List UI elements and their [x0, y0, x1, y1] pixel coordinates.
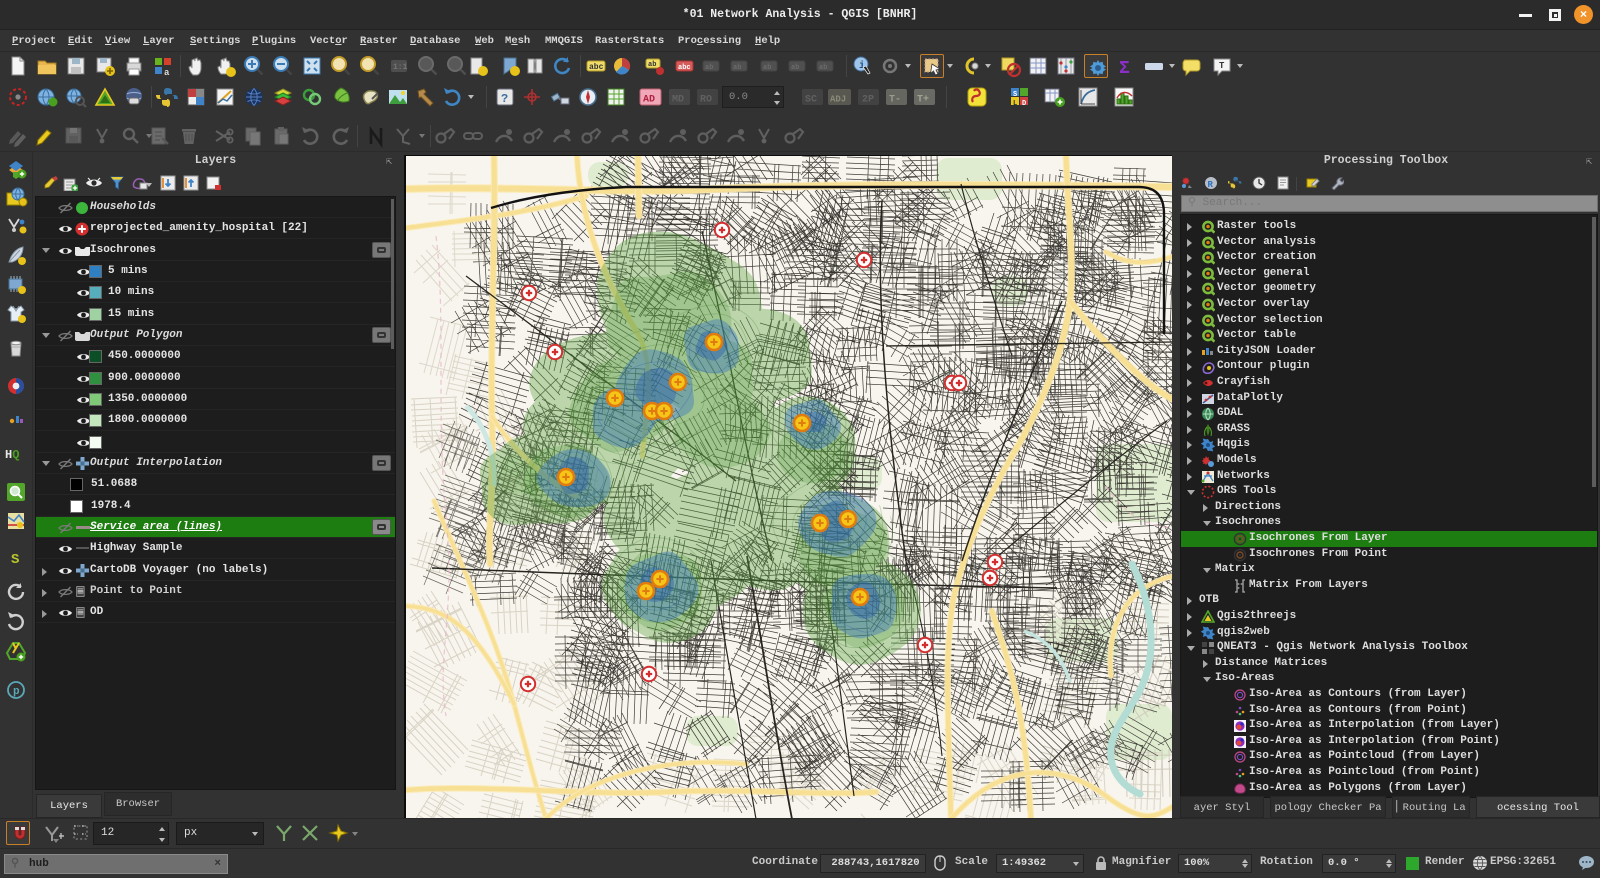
- svg-text:RO: RO: [700, 95, 712, 106]
- svg-text:SC: SC: [805, 95, 817, 106]
- svg-text:T-: T-: [889, 95, 901, 106]
- svg-text:p: p: [13, 686, 20, 698]
- svg-text:ADJ: ADJ: [830, 95, 846, 105]
- svg-text:i: i: [859, 60, 865, 72]
- svg-text:ab: ab: [733, 64, 741, 72]
- svg-text:abc: abc: [678, 64, 691, 72]
- svg-text:?: ?: [501, 92, 508, 106]
- svg-text:HQ: HQ: [5, 448, 19, 462]
- svg-text:T: T: [1219, 61, 1225, 71]
- svg-text:1:1: 1:1: [393, 63, 408, 72]
- svg-text:L: L: [1013, 100, 1017, 108]
- svg-text:MD: MD: [672, 95, 684, 106]
- svg-text:ab: ab: [763, 64, 771, 72]
- svg-text:T+: T+: [917, 95, 929, 106]
- svg-text:Σ: Σ: [1119, 59, 1130, 78]
- svg-text:D: D: [1022, 100, 1026, 108]
- svg-text:ab: ab: [705, 64, 713, 72]
- svg-text:S: S: [1013, 91, 1017, 99]
- svg-text:S: S: [11, 552, 19, 568]
- svg-text:AD: AD: [643, 95, 655, 106]
- svg-text:ab: ab: [648, 61, 656, 69]
- svg-text:ab: ab: [819, 64, 827, 72]
- svg-text:abc: abc: [589, 63, 604, 72]
- svg-text:a: a: [164, 68, 170, 78]
- svg-text:2P: 2P: [862, 95, 874, 106]
- svg-text:R: R: [1208, 180, 1214, 190]
- svg-text:ab: ab: [791, 64, 799, 72]
